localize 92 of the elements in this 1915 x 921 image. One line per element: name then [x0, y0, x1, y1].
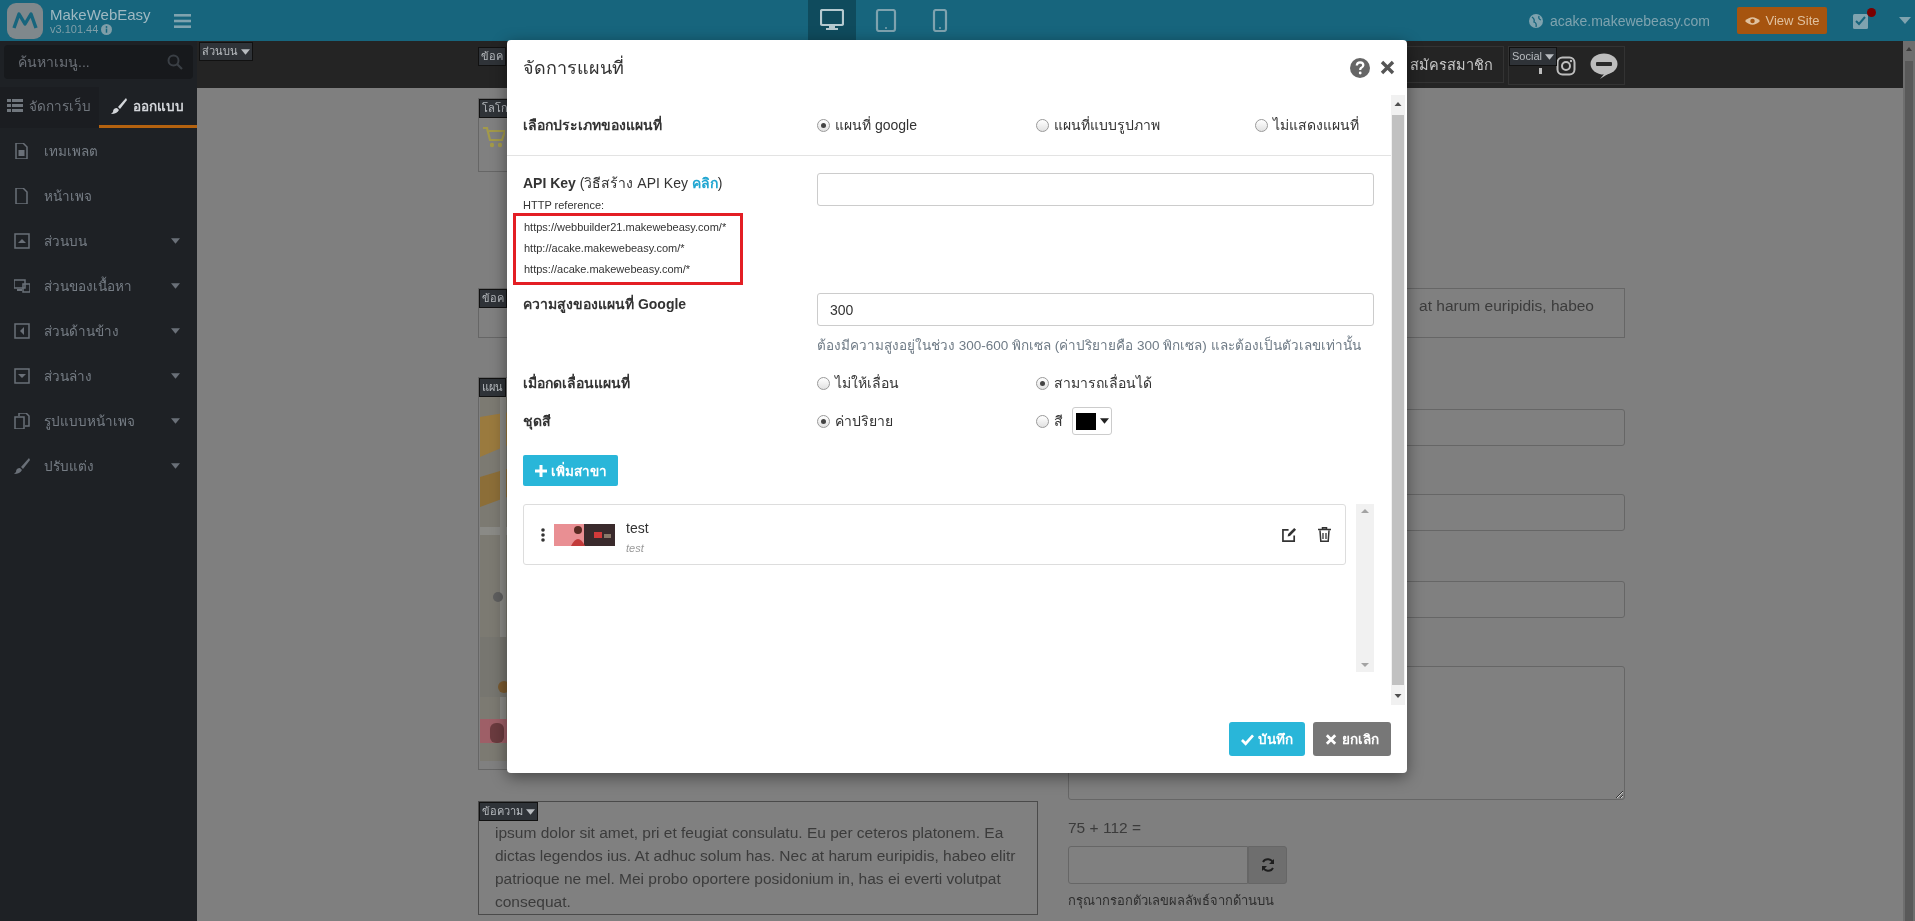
help-icon[interactable] — [1350, 57, 1370, 78]
search-icon — [167, 54, 183, 70]
reference-url: http://acake.makewebeasy.com/* — [524, 241, 686, 256]
scrollbar[interactable] — [1903, 41, 1915, 921]
field-label: ชุดสี — [523, 412, 552, 432]
list-icon — [7, 98, 24, 114]
tab[interactable]: ออกแบบ — [98, 87, 197, 128]
version-text: v3.101.44 — [50, 23, 99, 35]
radio-button[interactable] — [1036, 118, 1049, 132]
edit-icon[interactable] — [1282, 527, 1297, 542]
caret-icon — [526, 808, 535, 815]
checklist-icon[interactable] — [1853, 12, 1870, 29]
block-tag[interactable]: ข้อค — [478, 47, 506, 66]
brush-icon — [111, 98, 128, 114]
menu-item[interactable]: ส่วนของเนื้อหา — [0, 263, 197, 308]
option-label[interactable]: แผนที่แบบรูปภาพ — [1054, 114, 1160, 136]
menu-item[interactable]: เทมเพลต — [0, 128, 197, 173]
reference-url: https://webbuilder21.makewebeasy.com/* — [524, 220, 728, 235]
tablet-icon — [874, 9, 898, 32]
instagram-icon[interactable] — [1556, 55, 1576, 76]
field-label: เมื่อกดเลื่อนแผนที่ — [523, 372, 631, 393]
document-icon — [14, 187, 30, 204]
field-label: ความสูงของแผนที่ Google — [523, 293, 688, 315]
captcha-question: 75 + 112 = — [1068, 819, 1142, 837]
branch-subtitle: test — [626, 541, 645, 554]
copy-icon — [14, 412, 30, 429]
chat-bubble-icon[interactable] — [1590, 52, 1618, 79]
brush-icon — [14, 457, 30, 474]
device-button[interactable] — [808, 0, 856, 41]
refresh-icon — [1260, 858, 1275, 872]
cancel-button[interactable]: ยกเลิก — [1313, 722, 1391, 756]
hint-text: กรุณากรอกตัวเลขผลลัพธ์จากด้านบน — [1068, 892, 1275, 911]
check-icon — [1241, 732, 1254, 746]
radio-button[interactable] — [817, 414, 830, 428]
field-label: เลือกประเภทของแผนที่ — [523, 114, 663, 135]
block-tag[interactable]: ข้อค — [479, 289, 507, 308]
paragraph: ipsum dolor sit amet, pri et feugiat consulatu. Eu per ceteros platonem. Ea dictas legendos ius. At adhuc solum has. Nec at harum euripidis, habeo elitr patrioque ne mel. Mei probo oportere posidonium in, has ei everti volutpat consequat. — [494, 823, 1017, 912]
block-tag[interactable]: แผน — [479, 378, 506, 397]
menu-item[interactable]: ส่วนด้านข้าง — [0, 308, 197, 353]
drag-handle-icon[interactable] — [541, 527, 545, 542]
plus-icon — [534, 464, 547, 477]
radio-button[interactable] — [1036, 376, 1049, 390]
reference-url: https://acake.makewebeasy.com/* — [524, 262, 692, 277]
scrollbar[interactable] — [1391, 95, 1405, 705]
caret-icon — [1544, 53, 1554, 60]
field-label: API Key (วิธีสร้าง API Key คลิก) — [523, 174, 724, 193]
block-tag[interactable]: ข้อความ — [479, 802, 538, 821]
option-label[interactable]: ไม่แสดงแผนที่ — [1273, 114, 1359, 136]
panel-left-icon — [14, 322, 30, 339]
option-label[interactable]: สี — [1054, 410, 1063, 432]
caret-icon — [241, 48, 250, 55]
option-label[interactable]: แผนที่ google — [835, 114, 917, 136]
input-field[interactable] — [1068, 846, 1248, 884]
close-icon — [1325, 732, 1338, 746]
trash-icon[interactable] — [1318, 527, 1331, 542]
dialog-title: จัดการแผนที่ — [523, 53, 1350, 82]
cart-icon — [483, 126, 505, 150]
block-tag[interactable]: Social — [1509, 47, 1557, 66]
eye-icon — [1744, 15, 1760, 26]
menu-item[interactable]: ส่วนล่าง — [0, 353, 197, 398]
option-label[interactable]: ไม่ให้เลื่อน — [835, 372, 899, 394]
paragraph: at harum euripidis, habeo — [1419, 297, 1594, 315]
section-tag[interactable]: ส่วนบน — [199, 42, 253, 61]
menu-item[interactable]: หน้าเพจ — [0, 173, 197, 218]
brand-name: MakeWebEasy — [50, 6, 151, 22]
radio-button[interactable] — [1036, 414, 1049, 428]
scrollbar[interactable] — [1356, 504, 1374, 672]
search-field[interactable]: ค้นหาเมนู... — [4, 45, 193, 79]
menu-item[interactable]: รูปแบบหน้าเพจ — [0, 398, 197, 443]
panel-up-icon — [14, 232, 30, 249]
panel-down-icon — [14, 367, 30, 384]
menu-item[interactable]: ส่วนบน — [0, 218, 197, 263]
radio-button[interactable] — [1255, 118, 1268, 132]
branch-card[interactable]: test test — [523, 504, 1346, 565]
caret-icon — [1099, 418, 1109, 424]
image-document-icon — [14, 142, 30, 159]
menu-item[interactable]: ปรับแต่ง — [0, 443, 197, 488]
color-picker[interactable] — [1072, 407, 1112, 435]
reference-title: HTTP reference: — [523, 199, 606, 211]
close-icon[interactable] — [1380, 60, 1395, 75]
tab[interactable]: จัดการเว็บ — [0, 87, 99, 128]
globe-icon — [1528, 13, 1543, 28]
option-label[interactable]: ค่าปริยาย — [835, 410, 893, 432]
desktop-icon — [820, 9, 844, 32]
radio-button[interactable] — [817, 376, 830, 390]
refresh-button[interactable] — [1248, 846, 1287, 884]
screens-icon — [14, 277, 30, 294]
branch-name: test — [626, 519, 650, 536]
option-label[interactable]: สามารถเลื่อนได้ — [1054, 372, 1152, 394]
input-field[interactable]: 300 — [817, 293, 1374, 326]
radio-button[interactable] — [817, 118, 830, 132]
help-text: ต้องมีความสูงอยู่ในช่วง 300-600 พิกเซล (ค่าปริยายคือ 300 พิกเซล) และต้องเป็นตัวเลขเท่านั้น — [817, 334, 1374, 356]
